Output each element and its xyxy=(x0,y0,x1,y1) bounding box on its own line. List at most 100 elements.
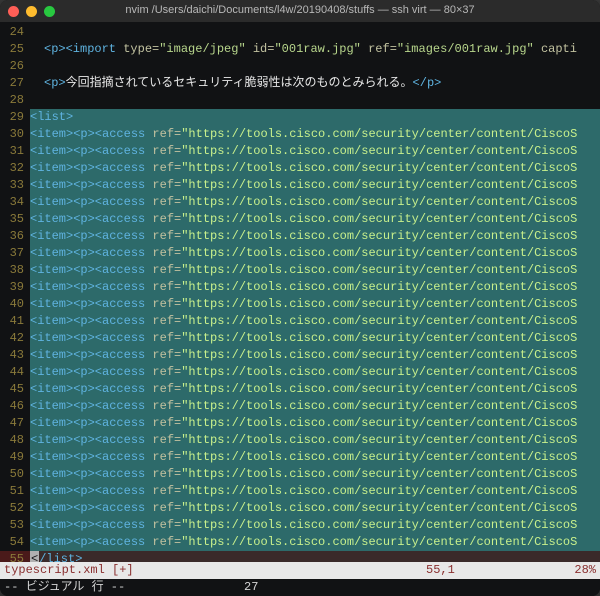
line-number: 48 xyxy=(0,432,30,449)
code-line: 34<item><p><access ref="https://tools.ci… xyxy=(0,194,600,211)
code-content: <item><p><access ref="https://tools.cisc… xyxy=(30,449,600,466)
line-number: 45 xyxy=(0,381,30,398)
line-number: 50 xyxy=(0,466,30,483)
code-line: 53<item><p><access ref="https://tools.ci… xyxy=(0,517,600,534)
code-line: 26 xyxy=(0,58,600,75)
line-number: 28 xyxy=(0,92,30,109)
code-line: 24 xyxy=(0,24,600,41)
line-number: 24 xyxy=(0,24,30,41)
visual-count: 27 xyxy=(244,579,484,596)
code-line: 43<item><p><access ref="https://tools.ci… xyxy=(0,347,600,364)
code-content: <item><p><access ref="https://tools.cisc… xyxy=(30,143,600,160)
close-icon[interactable] xyxy=(8,6,19,17)
code-content: <item><p><access ref="https://tools.cisc… xyxy=(30,126,600,143)
titlebar: nvim /Users/daichi/Documents/l4w/2019040… xyxy=(0,0,600,22)
code-content: <item><p><access ref="https://tools.cisc… xyxy=(30,534,600,551)
line-number: 29 xyxy=(0,109,30,126)
code-content: <p>今回指摘されているセキュリティ脆弱性は次のものとみられる。</p> xyxy=(30,75,600,92)
status-percent: 28% xyxy=(546,562,596,579)
code-content: <item><p><access ref="https://tools.cisc… xyxy=(30,517,600,534)
line-number: 33 xyxy=(0,177,30,194)
line-number: 53 xyxy=(0,517,30,534)
code-line: 31<item><p><access ref="https://tools.ci… xyxy=(0,143,600,160)
code-line: 37<item><p><access ref="https://tools.ci… xyxy=(0,245,600,262)
code-content: <item><p><access ref="https://tools.cisc… xyxy=(30,466,600,483)
code-line: 48<item><p><access ref="https://tools.ci… xyxy=(0,432,600,449)
code-line: 36<item><p><access ref="https://tools.ci… xyxy=(0,228,600,245)
minimize-icon[interactable] xyxy=(26,6,37,17)
mode-indicator: -- ビジュアル 行 -- xyxy=(4,579,244,596)
code-content: <item><p><access ref="https://tools.cisc… xyxy=(30,313,600,330)
line-number: 35 xyxy=(0,211,30,228)
line-number: 32 xyxy=(0,160,30,177)
code-line: 51<item><p><access ref="https://tools.ci… xyxy=(0,483,600,500)
code-line: 29<list> xyxy=(0,109,600,126)
line-number: 34 xyxy=(0,194,30,211)
code-content: <item><p><access ref="https://tools.cisc… xyxy=(30,381,600,398)
line-number: 51 xyxy=(0,483,30,500)
line-number: 37 xyxy=(0,245,30,262)
code-line: 33<item><p><access ref="https://tools.ci… xyxy=(0,177,600,194)
command-line: -- ビジュアル 行 -- 27 xyxy=(0,579,600,596)
line-number: 54 xyxy=(0,534,30,551)
line-number: 52 xyxy=(0,500,30,517)
code-content: <item><p><access ref="https://tools.cisc… xyxy=(30,279,600,296)
code-content: <item><p><access ref="https://tools.cisc… xyxy=(30,228,600,245)
code-line: 47<item><p><access ref="https://tools.ci… xyxy=(0,415,600,432)
code-content: <item><p><access ref="https://tools.cisc… xyxy=(30,415,600,432)
status-position: 55,1 xyxy=(426,562,546,579)
code-line: 41<item><p><access ref="https://tools.ci… xyxy=(0,313,600,330)
status-filename: typescript.xml [+] xyxy=(4,562,426,579)
code-line: 54<item><p><access ref="https://tools.ci… xyxy=(0,534,600,551)
code-content: <item><p><access ref="https://tools.cisc… xyxy=(30,245,600,262)
code-content: <item><p><access ref="https://tools.cisc… xyxy=(30,500,600,517)
code-line: 46<item><p><access ref="https://tools.ci… xyxy=(0,398,600,415)
code-line: 28 xyxy=(0,92,600,109)
code-line: 39<item><p><access ref="https://tools.ci… xyxy=(0,279,600,296)
code-line: 40<item><p><access ref="https://tools.ci… xyxy=(0,296,600,313)
line-number: 44 xyxy=(0,364,30,381)
line-number: 31 xyxy=(0,143,30,160)
code-content: <list> xyxy=(30,109,600,126)
line-number: 40 xyxy=(0,296,30,313)
line-number: 47 xyxy=(0,415,30,432)
line-number: 36 xyxy=(0,228,30,245)
line-number: 43 xyxy=(0,347,30,364)
code-line: 44<item><p><access ref="https://tools.ci… xyxy=(0,364,600,381)
code-content: <item><p><access ref="https://tools.cisc… xyxy=(30,330,600,347)
code-line: 30<item><p><access ref="https://tools.ci… xyxy=(0,126,600,143)
line-number: 30 xyxy=(0,126,30,143)
line-number: 27 xyxy=(0,75,30,92)
code-line: 45<item><p><access ref="https://tools.ci… xyxy=(0,381,600,398)
code-line: 32<item><p><access ref="https://tools.ci… xyxy=(0,160,600,177)
terminal-window: nvim /Users/daichi/Documents/l4w/2019040… xyxy=(0,0,600,596)
zoom-icon[interactable] xyxy=(44,6,55,17)
code-content: <item><p><access ref="https://tools.cisc… xyxy=(30,177,600,194)
code-content: <item><p><access ref="https://tools.cisc… xyxy=(30,296,600,313)
line-number: 42 xyxy=(0,330,30,347)
code-line: 35<item><p><access ref="https://tools.ci… xyxy=(0,211,600,228)
code-content: <item><p><access ref="https://tools.cisc… xyxy=(30,160,600,177)
window-title: nvim /Users/daichi/Documents/l4w/2019040… xyxy=(0,3,600,19)
code-content: <item><p><access ref="https://tools.cisc… xyxy=(30,432,600,449)
code-content: <item><p><access ref="https://tools.cisc… xyxy=(30,483,600,500)
code-content: <p><import type="image/jpeg" id="001raw.… xyxy=(30,41,600,58)
line-number: 49 xyxy=(0,449,30,466)
line-number: 55 xyxy=(0,551,30,562)
code-content: <item><p><access ref="https://tools.cisc… xyxy=(30,364,600,381)
code-content: <item><p><access ref="https://tools.cisc… xyxy=(30,347,600,364)
code-content: <item><p><access ref="https://tools.cisc… xyxy=(30,194,600,211)
code-line: 50<item><p><access ref="https://tools.ci… xyxy=(0,466,600,483)
code-line: 25<p><import type="image/jpeg" id="001ra… xyxy=(0,41,600,58)
code-content: </list> xyxy=(30,551,600,562)
code-line: 38<item><p><access ref="https://tools.ci… xyxy=(0,262,600,279)
code-line: 42<item><p><access ref="https://tools.ci… xyxy=(0,330,600,347)
editor-viewport[interactable]: 2425<p><import type="image/jpeg" id="001… xyxy=(0,22,600,562)
line-number: 25 xyxy=(0,41,30,58)
code-content: <item><p><access ref="https://tools.cisc… xyxy=(30,398,600,415)
traffic-lights xyxy=(8,6,55,17)
line-number: 39 xyxy=(0,279,30,296)
code-line: 52<item><p><access ref="https://tools.ci… xyxy=(0,500,600,517)
line-number: 46 xyxy=(0,398,30,415)
line-number: 26 xyxy=(0,58,30,75)
